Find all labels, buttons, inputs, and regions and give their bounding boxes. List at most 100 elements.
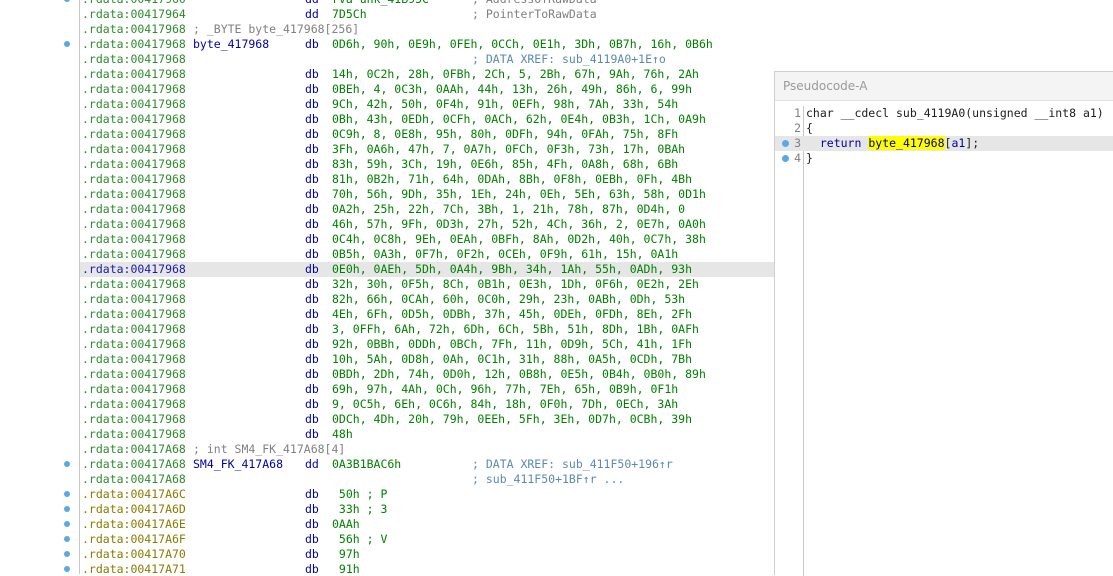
breakpoint-dot-icon[interactable] [782,140,789,147]
pseudocode-body[interactable]: 1 char __cdecl sub_4119A0(unsigned __int8… [775,106,1113,576]
operands: 91h [332,562,360,574]
disasm-row[interactable]: .rdata:00417968 ; _BYTE byte_417968[256] [80,22,775,37]
address-label: .rdata:00417968 [82,337,186,351]
bracket-close: ]; [965,136,980,150]
mnemonic: dd [305,0,319,7]
symbol-label[interactable]: byte_417968 [193,37,269,52]
breakpoint-dot-icon[interactable] [782,155,789,162]
mnemonic: db [305,487,319,501]
pseudocode-title[interactable]: Pseudocode-A [775,72,1113,101]
address-label: .rdata:00417968 [82,307,186,321]
disasm-row[interactable]: .rdata:00417A68 ; sub_411F50+1BF↑r ... [80,472,775,487]
disasm-row[interactable]: .rdata:00417968 db 9Ch, 42h, 50h, 0F4h, 91… [80,97,775,112]
pseudocode-line[interactable]: 2{ [775,121,1113,136]
disasm-row[interactable]: .rdata:00417968 db 70h, 56h, 9Dh, 35h, 1Eh… [80,187,775,202]
address-label: .rdata:00417968 [82,142,186,156]
mnemonic: db [305,217,319,231]
operands: 0E0h, 0AEh, 5Dh, 0A4h, 9Bh, 34h, 1Ah, 55… [332,262,693,276]
disasm-row[interactable]: .rdata:00417A68 SM4_FK_417A68 dd 0A3B1BAC6h… [64,457,775,472]
disasm-row[interactable]: .rdata:00417968 db 48h [80,427,775,442]
operands: 32h, 30h, 0F5h, 8Ch, 0B1h, 0E3h, 1Dh, 0F… [332,277,699,291]
mnemonic: db [305,187,319,201]
address-label: .rdata:00417968 [82,217,186,231]
address-label: .rdata:00417968 [82,427,186,441]
disassembly-view[interactable]: .rdata:00417960 dd rva unk_41B95C ; Address… [0,0,775,574]
disasm-row[interactable]: .rdata:00417968 db 0BDh, 2Dh, 74h, 0D0h, 1… [80,367,775,382]
disasm-row[interactable]: .rdata:00417960 dd rva unk_41B95C ; Address… [64,0,775,7]
disasm-row[interactable]: .rdata:00417968 db 69h, 97h, 4Ah, 0Ch, 96h… [80,382,775,397]
operands: 9, 0C5h, 6Eh, 0C6h, 84h, 18h, 0F0h, 7Dh,… [332,397,679,411]
disasm-row[interactable]: .rdata:00417968 db 0DCh, 4Dh, 20h, 79h, 0E… [80,412,775,427]
highlighted-symbol[interactable]: byte_417968 [868,136,945,150]
breakpoint-dot-icon[interactable] [64,551,70,557]
disasm-row[interactable]: .rdata:00417968 db 14h, 0C2h, 28h, 0FBh, 2… [80,67,775,82]
breakpoint-dot-icon[interactable] [64,491,70,497]
disasm-row[interactable]: .rdata:00417A6E db 0AAh [64,517,775,532]
line-number: 2 [794,121,801,135]
disasm-row[interactable]: .rdata:00417968 db 82h, 66h, 0CAh, 60h, 0C… [80,292,775,307]
breakpoint-dot-icon[interactable] [64,536,70,542]
address-label: .rdata:00417968 [82,382,186,396]
xref-comment[interactable]: ; PointerToRawData [472,7,597,22]
xref-comment[interactable]: ; AddressOfRawData [472,0,597,7]
pseudocode-line[interactable]: 1 char __cdecl sub_4119A0(unsigned __int8… [775,106,1113,121]
breakpoint-dot-icon[interactable] [64,506,70,512]
breakpoint-gutter[interactable] [0,0,79,574]
disasm-row[interactable]: .rdata:00417968 db 32h, 30h, 0F5h, 8Ch, 0B… [80,277,775,292]
disasm-row[interactable]: .rdata:00417A6C db 50h ; P [64,487,775,502]
xref-comment[interactable]: ; DATA XREF: sub_4119A0+1E↑o [472,52,666,67]
disasm-row[interactable]: .rdata:00417968 db 9, 0C5h, 6Eh, 0C6h, 84h… [80,397,775,412]
disasm-row[interactable]: .rdata:00417968 db 46h, 57h, 9Fh, 0D3h, 27… [80,217,775,232]
disasm-row[interactable]: .rdata:00417968 db 3Fh, 0A6h, 47h, 7, 0A7h… [80,142,775,157]
disassembly-rows: .rdata:00417960 dd rva unk_41B95C ; Address… [64,0,775,574]
mnemonic: db [305,127,319,141]
operands: 97h [332,547,360,561]
disasm-row[interactable]: .rdata:00417968 db 3, 0FFh, 6Ah, 72h, 6Dh,… [80,322,775,337]
pseudocode-window[interactable]: Pseudocode-A 1 char __cdecl sub_4119A0(un… [774,71,1113,576]
variable-a1[interactable]: a1 [951,136,965,150]
address-label: .rdata:00417968 [82,97,186,111]
disasm-row[interactable]: .rdata:00417A6D db 33h ; 3 [64,502,775,517]
operands: 0A3B1BAC6h [332,457,402,471]
disasm-row[interactable]: .rdata:00417A6F db 56h ; V [64,532,775,547]
breakpoint-dot-icon[interactable] [64,41,70,47]
address-label: .rdata:00417968 [82,187,186,201]
mnemonic: db [305,67,319,81]
address-label: .rdata:00417968 [82,412,186,426]
address-label: .rdata:00417968 [82,52,186,66]
operands: 0Bh, 43h, 0EDh, 0CFh, 0ACh, 62h, 0E4h, 0… [332,112,706,126]
disasm-row[interactable]: .rdata:00417968 byte_417968 db 0D6h, 90h, 0… [64,37,775,52]
disasm-row[interactable]: .rdata:00417968 db 0C9h, 8, 0E8h, 95h, 80h… [80,127,775,142]
disasm-row[interactable]: .rdata:00417968 db 10h, 5Ah, 0D8h, 0Ah, 0C… [80,352,775,367]
pseudocode-line[interactable]: 3 return byte_417968[a1]; [775,136,1113,151]
disasm-row[interactable]: .rdata:00417A70 db 97h [64,547,775,562]
breakpoint-dot-icon[interactable] [64,566,70,572]
mnemonic: db [305,367,319,381]
xref-comment[interactable]: ; DATA XREF: sub_411F50+196↑r [472,457,673,472]
disasm-row[interactable]: .rdata:00417968 db 0C4h, 0C8h, 9Eh, 0EAh, … [80,232,775,247]
line-number: 1 [794,106,801,120]
disasm-row[interactable]: .rdata:00417A68 ; int SM4_FK_417A68[4] [80,442,775,457]
mnemonic: db [305,562,319,574]
pseudocode-line[interactable]: 4} [775,151,1113,166]
disasm-row[interactable]: .rdata:00417968 db 4Eh, 6Fh, 0D5h, 0DBh, 3… [80,307,775,322]
disasm-row[interactable]: .rdata:00417968 ; DATA XREF: sub_4119A0+1… [80,52,775,67]
disasm-row[interactable]: .rdata:00417964 dd 7D5Ch ; PointerToRawData [80,7,775,22]
xref-comment[interactable]: ; sub_411F50+1BF↑r ... [472,472,624,487]
disasm-row[interactable]: .rdata:00417A71 db 91h [64,562,775,574]
operands: 83h, 59h, 3Ch, 19h, 0E6h, 85h, 4Fh, 0A8h… [332,157,679,171]
operands: 14h, 0C2h, 28h, 0FBh, 2Ch, 5, 2Bh, 67h, … [332,67,699,81]
disasm-row[interactable]: .rdata:00417968 db 83h, 59h, 3Ch, 19h, 0E6… [80,157,775,172]
disasm-row[interactable]: .rdata:00417968 db 0A2h, 25h, 22h, 7Ch, 3B… [80,202,775,217]
breakpoint-dot-icon[interactable] [64,521,70,527]
disasm-row[interactable]: .rdata:00417968 db 0BEh, 4, 0C3h, 0AAh, 44… [80,82,775,97]
breakpoint-dot-icon[interactable] [64,461,70,467]
code-text: char __cdecl sub_4119A0(unsigned __int8 … [806,106,1104,121]
disasm-row[interactable]: .rdata:00417968 db 0B5h, 0A3h, 0F7h, 0F2h,… [80,247,775,262]
disasm-row[interactable]: .rdata:00417968 db 92h, 0BBh, 0DDh, 0BCh, … [80,337,775,352]
disasm-row[interactable]: .rdata:00417968 db 0E0h, 0AEh, 5Dh, 0A4h, … [80,262,775,277]
address-label: .rdata:00417968 [82,232,186,246]
symbol-label[interactable]: SM4_FK_417A68 [193,457,283,472]
disasm-row[interactable]: .rdata:00417968 db 81h, 0B2h, 71h, 64h, 0D… [80,172,775,187]
disasm-row[interactable]: .rdata:00417968 db 0Bh, 43h, 0EDh, 0CFh, 0… [80,112,775,127]
